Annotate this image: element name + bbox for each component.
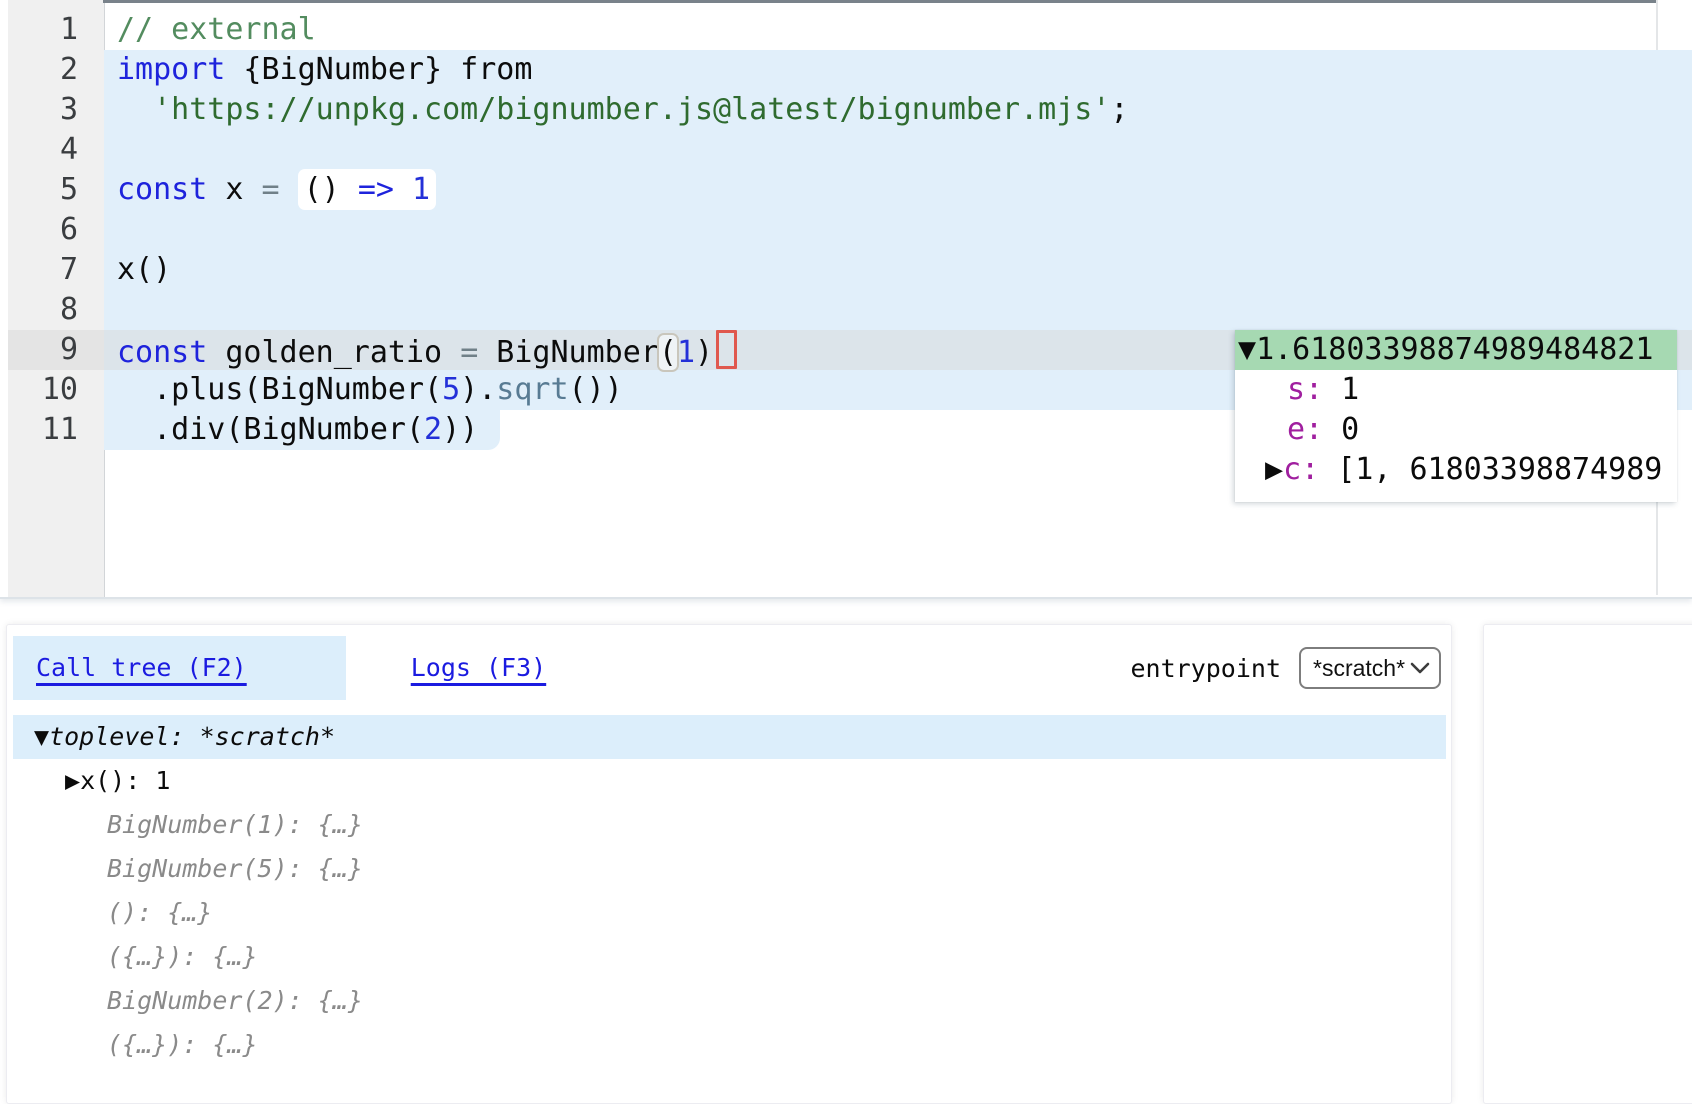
line-number: 11 — [8, 410, 104, 450]
chevron-down-icon — [1410, 661, 1430, 675]
code-token-plain: ) — [695, 335, 713, 370]
result-property-e: e: 0 — [1235, 410, 1677, 450]
code-line-3[interactable]: 'https://unpkg.com/bignumber.js@latest/b… — [117, 90, 1128, 130]
details-side-panel — [1483, 624, 1692, 1104]
code-line-11[interactable]: .div(BigNumber(2)) — [117, 410, 478, 450]
call-tree-row[interactable]: BigNumber(2): {…} — [7, 979, 1453, 1023]
entrypoint-control: entrypoint *scratch* — [1130, 636, 1441, 700]
code-token-keyword: const — [117, 335, 207, 370]
function-body-box: () => 1 — [298, 169, 436, 210]
call-tree-row-label: ({…}): {…} — [107, 1030, 258, 1059]
call-tree-row-label: BigNumber(5): {…} — [107, 854, 363, 883]
code-token-number: 1 — [677, 335, 695, 370]
call-tree-row[interactable]: BigNumber(5): {…} — [7, 847, 1453, 891]
code-token-number: 2 — [424, 412, 442, 447]
line-number: 5 — [8, 170, 104, 210]
code-token-plain — [394, 172, 412, 207]
line-number: 3 — [8, 90, 104, 130]
call-tree-row-label: x(): 1 — [80, 766, 170, 795]
tab-logs[interactable]: Logs (F3) — [411, 636, 546, 700]
editor-top-border — [103, 0, 1656, 3]
code-line-10[interactable]: .plus(BigNumber(5).sqrt()) — [117, 370, 623, 410]
inline-eval-result-panel: ▼1.61803398874989484821 s: 1e: 0▶c: [1, … — [1235, 330, 1677, 502]
call-tree-row-label: ({…}): {…} — [107, 942, 258, 971]
call-tree-row-label: BigNumber(1): {…} — [107, 810, 363, 839]
call-tree-row[interactable]: ▼toplevel: *scratch* — [13, 715, 1446, 759]
entrypoint-selected-value: *scratch* — [1313, 655, 1405, 682]
call-tree-row[interactable]: ({…}): {…} — [7, 935, 1453, 979]
tab-call-tree[interactable]: Call tree (F2) — [13, 636, 346, 700]
code-token-operator: = — [460, 335, 478, 370]
code-token-plain: .div(BigNumber( — [117, 412, 424, 447]
line-number: 8 — [8, 290, 104, 330]
code-token-comment: // external — [117, 12, 316, 47]
code-line-9[interactable]: const golden_ratio = BigNumber(1) — [117, 330, 737, 370]
code-token-number: 1 — [412, 172, 430, 207]
line-number: 9 — [8, 330, 104, 370]
code-token-operator: = — [262, 172, 280, 207]
call-tree-row[interactable]: BigNumber(1): {…} — [7, 803, 1453, 847]
property-key: e: — [1287, 412, 1323, 447]
result-value-header[interactable]: ▼1.61803398874989484821 — [1235, 330, 1677, 370]
call-tree-row-label: BigNumber(2): {…} — [107, 986, 363, 1015]
code-token-method: sqrt — [496, 372, 568, 407]
line-number: 10 — [8, 370, 104, 410]
line-number: 1 — [8, 10, 104, 50]
line-number: 4 — [8, 130, 104, 170]
text-cursor — [716, 330, 737, 369]
code-token-plain: .plus(BigNumber( — [117, 372, 442, 407]
code-token-plain: ). — [460, 372, 496, 407]
panel-tabs: Call tree (F2) Logs (F3) — [13, 636, 546, 700]
call-tree-row-label: (): {…} — [107, 898, 212, 927]
call-tree-row[interactable]: ▶x(): 1 — [7, 759, 1453, 803]
code-token-keyword: => — [358, 172, 394, 207]
collapse-triangle-icon[interactable]: ▼ — [34, 722, 49, 751]
call-tree: ▼toplevel: *scratch*▶x(): 1BigNumber(1):… — [7, 715, 1453, 1067]
property-value: [1, 61803398874989 — [1319, 452, 1662, 487]
code-token-plain — [280, 172, 298, 207]
code-token-plain: BigNumber — [478, 335, 659, 370]
line-number: 2 — [8, 50, 104, 90]
entrypoint-label: entrypoint — [1130, 654, 1281, 683]
code-token-string: 'https://unpkg.com/bignumber.js@latest/b… — [153, 92, 1110, 127]
call-tree-row-label: toplevel: *scratch* — [49, 722, 335, 751]
code-token-plain: x() — [117, 252, 171, 287]
call-tree-row[interactable]: ({…}): {…} — [7, 1023, 1453, 1067]
entrypoint-select[interactable]: *scratch* — [1299, 647, 1441, 689]
code-token-plain: () — [304, 172, 358, 207]
collapse-triangle-icon[interactable]: ▼ — [1238, 332, 1256, 367]
expand-triangle-icon[interactable]: ▶ — [65, 766, 80, 795]
code-line-1[interactable]: // external — [117, 10, 316, 50]
code-token-plain: {BigNumber} from — [225, 52, 532, 87]
call-tree-row[interactable]: (): {…} — [7, 891, 1453, 935]
code-token-plain: ; — [1110, 92, 1128, 127]
property-value: 1 — [1323, 372, 1359, 407]
code-token-keyword: import — [117, 52, 225, 87]
code-line-7[interactable]: x() — [117, 250, 171, 290]
code-line-5[interactable]: const x = () => 1 — [117, 170, 436, 210]
code-line-2[interactable]: import {BigNumber} from — [117, 50, 532, 90]
result-object-rows: s: 1e: 0▶c: [1, 61803398874989 — [1235, 370, 1677, 490]
result-value: 1.61803398874989484821 — [1256, 332, 1653, 367]
result-property-c[interactable]: ▶c: [1, 61803398874989 — [1235, 450, 1677, 490]
matching-bracket-highlight: ( — [659, 335, 677, 370]
code-token-keyword: const — [117, 172, 207, 207]
code-token-number: 5 — [442, 372, 460, 407]
result-property-s: s: 1 — [1235, 370, 1677, 410]
code-token-plain: )) — [442, 412, 478, 447]
property-key: c: — [1283, 452, 1319, 487]
property-key: s: — [1287, 372, 1323, 407]
line-number: 7 — [8, 250, 104, 290]
code-editor[interactable]: 1234567891011 // externalimport {BigNumb… — [0, 0, 1692, 599]
line-number: 6 — [8, 210, 104, 250]
code-token-plain: x — [207, 172, 261, 207]
call-tree-panel: Call tree (F2) Logs (F3) entrypoint *scr… — [6, 624, 1452, 1104]
expand-triangle-icon[interactable]: ▶ — [1265, 452, 1283, 487]
code-token-plain: golden_ratio — [207, 335, 460, 370]
property-value: 0 — [1323, 412, 1359, 447]
code-token-plain: ()) — [569, 372, 623, 407]
code-token-plain — [117, 92, 153, 127]
